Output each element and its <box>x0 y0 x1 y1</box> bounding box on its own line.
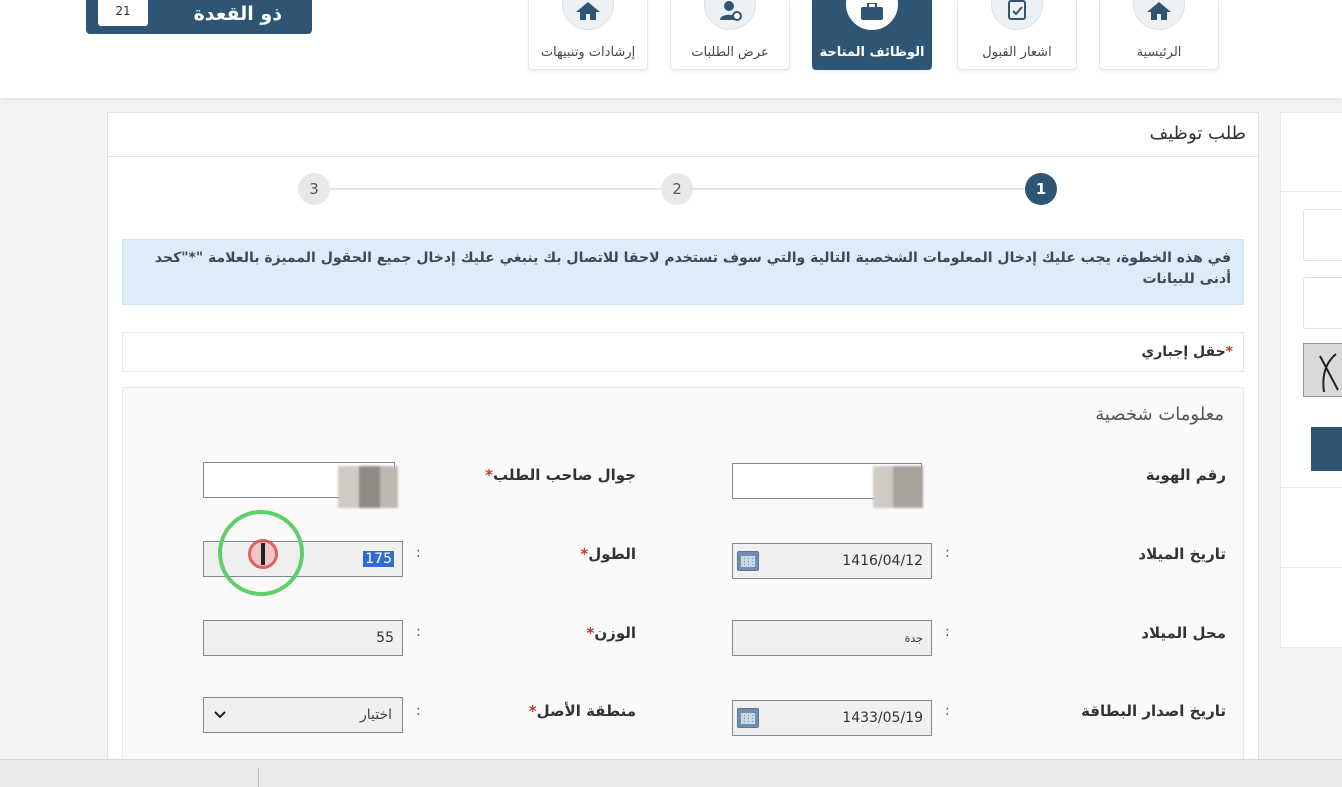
id-number-label: رقم الهوية <box>1145 466 1226 484</box>
height-value: 175 <box>363 551 394 567</box>
origin-region-label: منطقة الأصل* <box>528 702 636 720</box>
divider <box>1281 191 1342 192</box>
redacted-mobile <box>338 466 398 508</box>
card-issue-date-label: تاريخ اصدار البطاقة <box>1081 702 1226 720</box>
mobile-label: جوال صاحب الطلب* <box>485 466 636 484</box>
divider <box>1281 487 1342 488</box>
nav-view-requests[interactable]: عرض الطلبات <box>670 0 790 70</box>
step-1: 1 <box>1025 173 1057 205</box>
divider <box>1281 567 1342 568</box>
card-issue-date-input[interactable]: 1433/05/19 <box>732 700 932 736</box>
origin-region-select[interactable]: اختيار <box>203 697 403 733</box>
calendar-icon[interactable] <box>737 551 759 571</box>
nav-available-jobs[interactable]: الوظائف المتاحة <box>812 0 932 70</box>
job-application-card: طلب توظيف 3 2 1 في هذه الخطوة، يجب عليك … <box>107 112 1259 773</box>
text-cursor-icon <box>261 543 265 565</box>
origin-region-value: اختيار <box>359 707 392 723</box>
weight-input[interactable]: 55 <box>203 620 403 656</box>
colon: : <box>945 545 950 561</box>
colon: : <box>945 624 950 640</box>
birth-date-input[interactable]: 1416/04/12 <box>732 543 932 579</box>
nav-guidelines-label: إرشادات وتنبيهات <box>540 45 636 60</box>
date-day: 21 <box>98 0 148 26</box>
user-requests-icon <box>704 0 756 30</box>
chevron-down-icon <box>214 707 226 723</box>
step-2: 2 <box>661 173 693 205</box>
page-title: طلب توظيف <box>1149 123 1246 144</box>
required-field-note: * حقل إجباري <box>122 332 1244 372</box>
hijri-date-widget: 21 ذو القعدة <box>86 0 312 34</box>
nav-acceptance-notice-label: اشعار القبول <box>982 45 1052 60</box>
side-input[interactable] <box>1303 209 1342 261</box>
top-header: 21 ذو القعدة الرئيسية اشعار القبول الوظا… <box>0 0 1342 98</box>
nav-available-jobs-label: الوظائف المتاحة <box>819 45 925 60</box>
nav-home-label: الرئيسية <box>1136 45 1182 60</box>
birth-date-label: تاريخ الميلاد <box>1138 545 1226 563</box>
colon: : <box>416 624 421 640</box>
height-label: الطول* <box>580 545 636 563</box>
colon: : <box>945 703 950 719</box>
side-button[interactable] <box>1311 427 1342 471</box>
nav-acceptance-notice[interactable]: اشعار القبول <box>957 0 1077 70</box>
notice-icon <box>991 0 1043 30</box>
nav-guidelines[interactable]: إرشادات وتنبيهات <box>528 0 648 70</box>
colon: : <box>416 703 421 719</box>
date-month: ذو القعدة <box>193 3 282 25</box>
divider <box>258 768 259 787</box>
nav-home[interactable]: الرئيسية <box>1099 0 1219 70</box>
calendar-icon[interactable] <box>737 708 759 728</box>
weight-label: الوزن* <box>586 624 636 642</box>
divider <box>108 156 1258 157</box>
redacted-id <box>873 466 923 508</box>
home-icon <box>562 0 614 30</box>
right-side-panel <box>1280 112 1342 648</box>
birth-place-label: محل الميلاد <box>1141 624 1226 642</box>
side-input[interactable] <box>1303 277 1342 329</box>
nav-view-requests-label: عرض الطلبات <box>691 45 769 60</box>
bottom-bar <box>0 759 1342 787</box>
captcha-image <box>1303 343 1342 397</box>
birth-place-input[interactable]: جدة <box>732 620 932 656</box>
home-icon <box>1133 0 1185 30</box>
colon: : <box>416 545 421 561</box>
info-message: في هذه الخطوة، يجب عليك إدخال المعلومات … <box>122 239 1244 305</box>
required-note-text: حقل إجباري <box>1141 344 1226 360</box>
required-star: * <box>1225 344 1233 360</box>
step-3: 3 <box>298 173 330 205</box>
jobs-icon <box>846 0 898 30</box>
section-title: معلومات شخصية <box>1095 404 1224 425</box>
